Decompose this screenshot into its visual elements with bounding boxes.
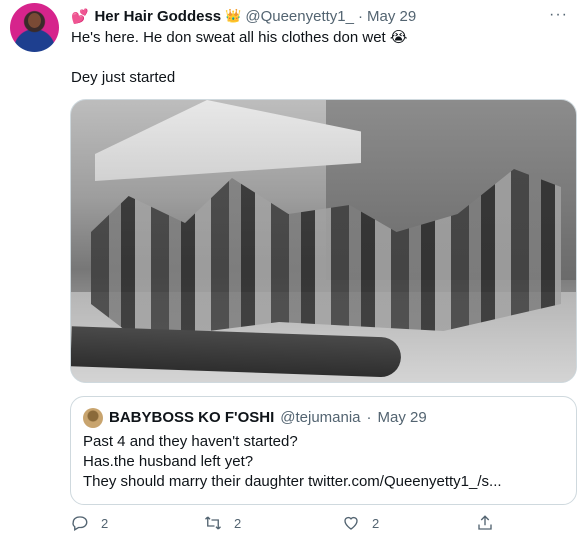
avatar-face xyxy=(28,13,41,28)
retweet-icon xyxy=(205,516,221,530)
like-button[interactable]: 2 xyxy=(342,514,379,532)
quoted-author-avatar xyxy=(83,408,103,428)
retweet-count: 2 xyxy=(234,515,242,531)
separator-dot: · xyxy=(357,7,363,25)
tweet-text-line2: Dey just started xyxy=(71,69,176,86)
reply-button[interactable]: 2 xyxy=(71,514,108,532)
quoted-date: May 29 xyxy=(377,409,427,426)
tweet-text: He's here. He don sweat all his clothes … xyxy=(71,28,571,88)
reply-icon xyxy=(72,516,88,531)
quoted-author-name: BABYBOSS KO F'OSHI xyxy=(109,409,275,426)
quoted-text-line3[interactable]: They should marry their daughter twitter… xyxy=(83,472,563,492)
tweet-header: 💕 Her Hair Goddess 👑 @Queenyetty1_ · May… xyxy=(71,6,416,26)
author-handle[interactable]: @Queenyetty1_ xyxy=(245,8,354,25)
tweet-text-line1: He's here. He don sweat all his clothes … xyxy=(71,29,408,46)
quoted-tweet[interactable]: BABYBOSS KO F'OSHI @tejumania · May 29 P… xyxy=(70,396,577,505)
heart-icon xyxy=(344,516,358,530)
author-display-name[interactable]: Her Hair Goddess xyxy=(94,8,221,25)
reply-count: 2 xyxy=(101,515,109,531)
share-button[interactable] xyxy=(476,514,506,532)
like-count: 2 xyxy=(372,515,380,531)
more-horizontal-icon: ··· xyxy=(549,6,568,23)
share-icon xyxy=(478,515,492,530)
quoted-author-handle: @tejumania xyxy=(280,409,361,426)
heart-emoji: 💕 xyxy=(71,7,89,24)
tweet-actions: 2 2 2 xyxy=(70,514,510,540)
author-avatar[interactable] xyxy=(10,3,59,52)
quoted-tweet-text: Past 4 and they haven't started? Has.the… xyxy=(83,432,563,492)
quoted-separator-dot: · xyxy=(366,409,372,426)
retweet-button[interactable]: 2 xyxy=(204,514,241,532)
more-options-button[interactable]: ··· xyxy=(549,6,568,24)
crown-emoji: 👑 xyxy=(225,8,242,23)
quoted-text-line2: Has.the husband left yet? xyxy=(83,453,254,470)
quoted-tweet-header: BABYBOSS KO F'OSHI @tejumania · May 29 xyxy=(109,408,427,428)
photo-canopy xyxy=(95,100,361,181)
tweet-photo[interactable] xyxy=(70,99,577,383)
tweet-date[interactable]: May 29 xyxy=(367,8,416,25)
quoted-text-line1: Past 4 and they haven't started? xyxy=(83,433,298,450)
